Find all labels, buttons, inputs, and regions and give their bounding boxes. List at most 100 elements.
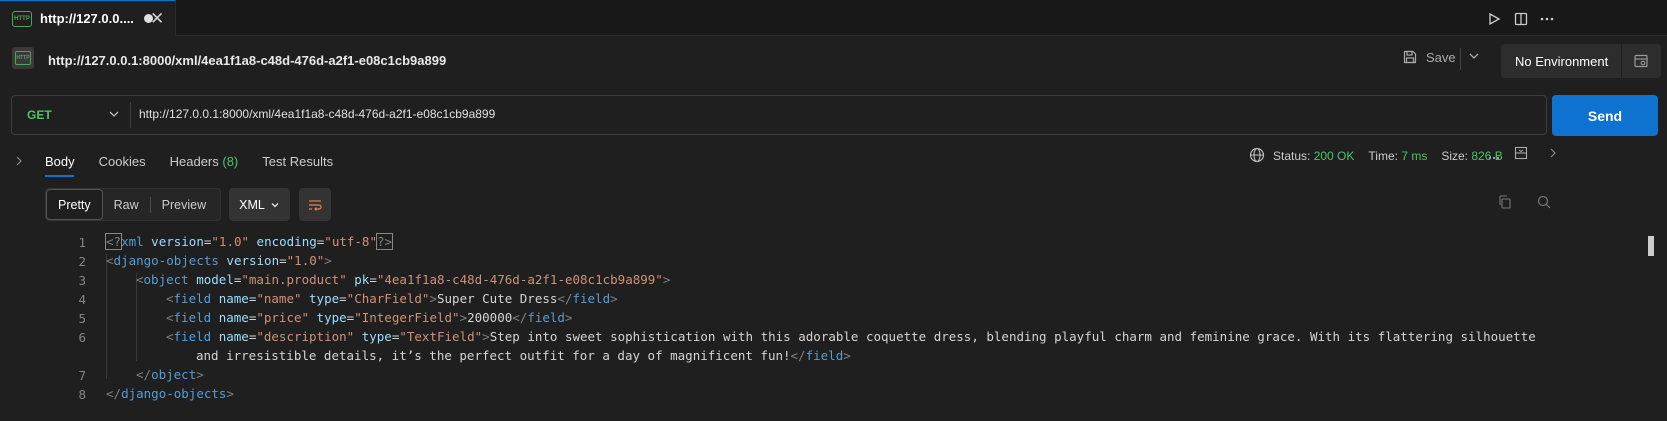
line-number: 7	[78, 367, 86, 383]
code-line: 4	[0, 289, 86, 309]
token: version	[143, 234, 204, 249]
more-options-icon[interactable]	[1488, 152, 1500, 167]
code-line: 5	[0, 308, 86, 328]
code-line-1: <?xml version="1.0" encoding="utf-8"?>	[104, 232, 394, 252]
view-pretty[interactable]: Pretty	[46, 189, 103, 220]
http-icon: HTTP	[12, 10, 32, 27]
request-tab[interactable]: HTTP http://127.0.0.... ✕	[0, 0, 176, 36]
view-preview[interactable]: Preview	[151, 189, 217, 220]
environment-label: No Environment	[1515, 53, 1609, 69]
code-line-4: <field name="name" type="CharField">Supe…	[166, 289, 618, 309]
copy-icon[interactable]	[1497, 194, 1513, 213]
chevron-down-icon[interactable]	[108, 108, 120, 123]
close-icon[interactable]: ✕	[150, 9, 164, 29]
environment-settings-icon[interactable]	[1622, 53, 1660, 69]
token: <	[166, 291, 174, 306]
token: and irresistible details, it’s the perfe…	[196, 348, 791, 363]
token: >	[610, 291, 618, 306]
token: >	[482, 329, 490, 344]
token: "IntegerField"	[354, 310, 460, 325]
token: type	[301, 291, 340, 306]
line-number: 6	[78, 329, 86, 345]
divider	[130, 102, 131, 128]
view-raw[interactable]: Raw	[103, 189, 150, 220]
response-body-editor[interactable]: 1 <?xml version="1.0" encoding="utf-8"?>…	[0, 232, 1652, 421]
headers-count: (8)	[222, 154, 239, 169]
line-number: 4	[78, 291, 86, 307]
chevron-right-icon[interactable]	[1548, 147, 1558, 162]
url-bar: GET	[11, 95, 1547, 135]
format-select[interactable]: XML	[229, 188, 290, 221]
status-value[interactable]: 200 OK	[1314, 149, 1355, 163]
token: >	[196, 367, 204, 382]
token: "price"	[256, 310, 310, 325]
run-icon[interactable]	[1484, 9, 1504, 29]
line-number: 1	[78, 234, 86, 250]
token: 200000	[467, 310, 513, 325]
request-name[interactable]: http://127.0.0.1:8000/xml/4ea1f1a8-c48d-…	[48, 53, 446, 68]
token: >	[429, 291, 437, 306]
layout-toggle-icon[interactable]	[1514, 146, 1528, 163]
token: Super Cute Dress	[437, 291, 558, 306]
format-label: XML	[239, 197, 265, 212]
token: =	[279, 253, 287, 268]
token: <	[166, 329, 174, 344]
tab-body[interactable]: Body	[45, 154, 75, 169]
token: xml	[121, 234, 144, 249]
token: "CharField"	[346, 291, 430, 306]
code-line: 2	[0, 251, 86, 271]
token: object	[143, 272, 189, 287]
active-tab-indicator	[45, 175, 74, 177]
token: >	[564, 310, 573, 325]
vertical-scrollbar[interactable]	[1648, 236, 1654, 256]
token: >	[324, 253, 332, 268]
token: </	[790, 348, 806, 363]
token: >	[843, 348, 851, 363]
token: field	[173, 310, 212, 325]
more-actions-icon[interactable]	[1537, 9, 1557, 29]
tab-cookies[interactable]: Cookies	[99, 154, 146, 169]
send-button[interactable]: Send	[1552, 95, 1658, 136]
code-line: 7	[0, 365, 86, 385]
chevron-right-icon[interactable]	[14, 155, 24, 170]
http-icon: HTTP	[15, 51, 31, 65]
chevron-down-icon[interactable]	[1468, 50, 1480, 65]
token: =	[369, 272, 377, 287]
response-tabs: Body Cookies Headers (8) Test Results	[45, 154, 333, 169]
token: "name"	[256, 291, 302, 306]
tab-headers[interactable]: Headers (8)	[170, 154, 239, 169]
method-select[interactable]: GET	[27, 108, 52, 122]
token: field	[572, 291, 611, 306]
line-number: 8	[78, 386, 86, 402]
split-editor-icon[interactable]	[1511, 9, 1531, 29]
word-wrap-button[interactable]	[299, 188, 331, 221]
token: >	[226, 386, 234, 401]
time-label: Time:	[1368, 149, 1398, 163]
token: <	[166, 310, 174, 325]
token: name	[211, 291, 249, 306]
save-label: Save	[1426, 49, 1456, 65]
code-line: 3	[0, 270, 86, 290]
environment-selector[interactable]: No Environment	[1501, 44, 1661, 78]
token: "4ea1f1a8-c48d-476d-a2f1-e08c1cb9a899"	[376, 272, 663, 287]
tab-headers-label: Headers	[169, 154, 219, 169]
request-header: HTTP http://127.0.0.1:8000/xml/4ea1f1a8-…	[0, 36, 1667, 86]
tab-test-results[interactable]: Test Results	[262, 154, 333, 169]
indent-guide	[106, 254, 107, 379]
save-button[interactable]: Save	[1402, 49, 1456, 65]
globe-icon[interactable]	[1249, 147, 1265, 166]
code-line-3: <object model="main.product" pk="4ea1f1a…	[136, 270, 670, 290]
token: ?>	[375, 233, 394, 250]
search-icon[interactable]	[1536, 194, 1552, 213]
request-type-icon: HTTP	[12, 47, 34, 69]
url-input[interactable]	[139, 107, 1519, 121]
code-line: 6	[0, 327, 86, 347]
token: field	[805, 348, 844, 363]
token: "1.0"	[211, 234, 250, 249]
line-number: 3	[78, 272, 86, 288]
time-value[interactable]: 7 ms	[1401, 149, 1427, 163]
token: field	[173, 291, 212, 306]
token: django-objects	[113, 253, 219, 268]
response-status: Status: 200 OK Time: 7 ms Size: 826 B	[1273, 149, 1503, 163]
token: >	[459, 310, 468, 325]
